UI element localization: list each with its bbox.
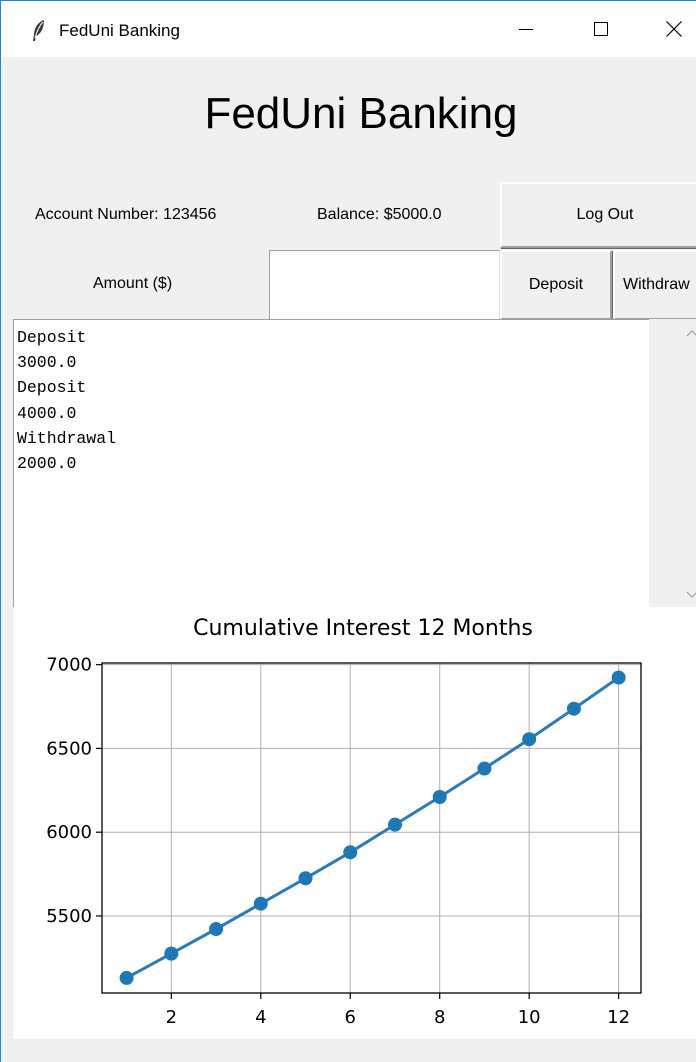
history-line: 2000.0 xyxy=(17,454,77,474)
bottom-strip xyxy=(13,1039,696,1062)
data-point xyxy=(522,732,537,747)
data-point xyxy=(253,896,268,911)
withdraw-button[interactable]: Withdraw xyxy=(613,250,696,320)
amount-input[interactable] xyxy=(269,250,500,320)
chevron-up-icon[interactable] xyxy=(685,327,696,341)
x-tick-label: 6 xyxy=(345,1007,356,1028)
account-number-label: Account Number: 123456 xyxy=(35,206,217,223)
data-point xyxy=(343,845,358,860)
deposit-button[interactable]: Deposit xyxy=(500,250,612,320)
transaction-history-lines: Deposit 3000.0 Deposit 4000.0 Withdrawal 2000… xyxy=(14,320,649,476)
x-tick-label: 2 xyxy=(166,1007,177,1028)
chevron-down-icon[interactable] xyxy=(685,587,696,601)
app-window: FedUni Banking FedUni Banking Account Nu… xyxy=(0,0,696,1062)
history-line: Withdrawal xyxy=(17,428,117,448)
data-point xyxy=(477,761,492,776)
data-point xyxy=(209,922,224,937)
y-tick-label: 5500 xyxy=(46,906,92,927)
data-point xyxy=(432,790,447,805)
x-tick-label: 8 xyxy=(434,1007,445,1028)
title-bar[interactable]: FedUni Banking xyxy=(1,1,696,57)
app-heading: FedUni Banking xyxy=(204,89,518,138)
y-tick-label: 6000 xyxy=(46,822,92,843)
chart-title: Cumulative Interest 12 Months xyxy=(193,616,533,641)
history-line: Deposit xyxy=(17,378,87,398)
data-point xyxy=(387,817,402,832)
data-point xyxy=(611,670,626,685)
data-point xyxy=(298,871,313,886)
x-tick-label: 4 xyxy=(255,1007,266,1028)
feather-icon xyxy=(29,19,49,43)
data-point xyxy=(119,970,134,985)
history-line: 4000.0 xyxy=(17,403,77,423)
y-tick-label: 6500 xyxy=(46,738,92,759)
window-title: FedUni Banking xyxy=(59,21,180,40)
close-icon xyxy=(666,21,682,37)
maximize-button[interactable] xyxy=(566,1,636,57)
interest-chart-svg: Cumulative Interest 12 Months 2 4 6 8 10 12 55… xyxy=(46,616,642,1028)
minimize-icon xyxy=(519,29,533,30)
data-point xyxy=(164,946,179,961)
x-tick-label: 10 xyxy=(518,1007,541,1028)
logout-button[interactable]: Log Out xyxy=(500,182,696,248)
data-point xyxy=(566,701,581,716)
transaction-history-text[interactable]: Deposit 3000.0 Deposit 4000.0 Withdrawal 2000… xyxy=(13,319,649,609)
y-tick-label: 7000 xyxy=(46,655,92,676)
minimize-button[interactable] xyxy=(491,1,561,57)
interest-chart: Cumulative Interest 12 Months 2 4 6 8 10 12 55… xyxy=(13,607,696,1039)
balance-label: Balance: $5000.0 xyxy=(317,206,442,223)
history-line: Deposit xyxy=(17,328,87,347)
series-line xyxy=(125,676,620,980)
maximize-icon xyxy=(594,22,608,36)
close-button[interactable] xyxy=(639,1,696,57)
history-scrollbar[interactable] xyxy=(649,319,696,609)
amount-label: Amount ($) xyxy=(93,275,173,292)
x-tick-label: 12 xyxy=(607,1007,630,1028)
history-line: 3000.0 xyxy=(17,353,77,373)
